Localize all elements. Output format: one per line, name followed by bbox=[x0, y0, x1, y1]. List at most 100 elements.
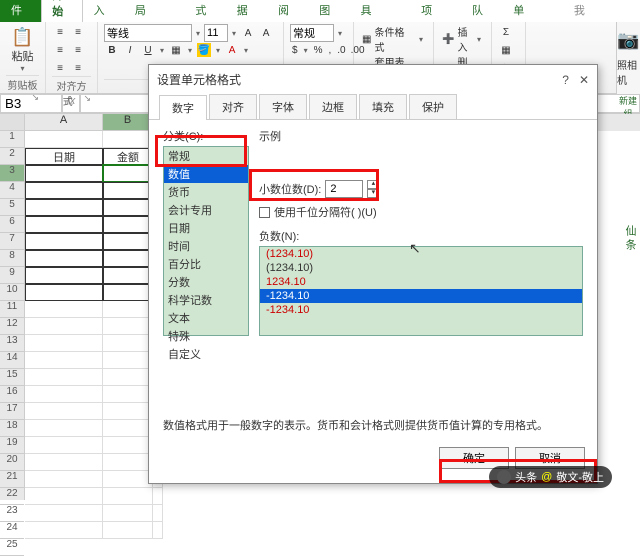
neg-item[interactable]: (1234.10) bbox=[260, 261, 582, 275]
tab-review[interactable]: 审阅 bbox=[267, 0, 308, 22]
col-header[interactable]: B bbox=[103, 114, 153, 131]
tab-home[interactable]: 开始 bbox=[41, 0, 82, 22]
shrink-font-icon[interactable]: A bbox=[259, 26, 273, 40]
font-size-input[interactable] bbox=[204, 24, 228, 42]
row-header[interactable]: 6 bbox=[0, 216, 24, 233]
tab-share[interactable]: 共 bbox=[607, 0, 640, 22]
cat-item-date[interactable]: 日期 bbox=[164, 219, 248, 237]
border-icon[interactable]: ▦ bbox=[169, 43, 183, 57]
number-format-input[interactable] bbox=[290, 24, 334, 42]
dlg-tab-border[interactable]: 边框 bbox=[309, 94, 357, 119]
row-header[interactable]: 16 bbox=[0, 386, 24, 403]
tab-formulas[interactable]: 公式 bbox=[184, 0, 225, 22]
valign-top-icon[interactable]: ≡ bbox=[71, 43, 85, 57]
chevron-down-icon[interactable]: ▾ bbox=[302, 46, 310, 55]
tab-data[interactable]: 数据 bbox=[226, 0, 267, 22]
align-left-icon[interactable]: ≡ bbox=[53, 25, 67, 39]
cat-item-general[interactable]: 常规 bbox=[164, 147, 248, 165]
row-header[interactable]: 21 bbox=[0, 471, 24, 488]
tab-layout[interactable]: 页面布局 bbox=[124, 0, 185, 22]
row-header[interactable]: 23 bbox=[0, 505, 24, 522]
dialog-launcher-icon[interactable]: ↘ bbox=[31, 92, 39, 103]
valign-bot-icon[interactable]: ≡ bbox=[71, 61, 85, 75]
chevron-down-icon[interactable]: ▾ bbox=[242, 46, 250, 55]
align-right-icon[interactable]: ≡ bbox=[53, 43, 67, 57]
row-header[interactable]: 2 bbox=[0, 148, 24, 165]
cat-item-currency[interactable]: 货币 bbox=[164, 183, 248, 201]
spin-up-icon[interactable]: ▴ bbox=[367, 180, 379, 189]
neg-item[interactable]: 1234.10 bbox=[260, 275, 582, 289]
bold-icon[interactable]: B bbox=[105, 43, 119, 57]
row-header[interactable]: 13 bbox=[0, 335, 24, 352]
align-center-icon[interactable]: ≡ bbox=[71, 25, 85, 39]
decimal-input[interactable] bbox=[325, 180, 363, 198]
inc-dec-icon[interactable]: .0 bbox=[336, 43, 346, 57]
tab-team[interactable]: 团队 bbox=[461, 0, 502, 22]
font-name-input[interactable] bbox=[104, 24, 192, 42]
row-header[interactable]: 19 bbox=[0, 437, 24, 454]
row-header[interactable]: 25 bbox=[0, 539, 24, 556]
row-header[interactable]: 15 bbox=[0, 369, 24, 386]
cat-item-scientific[interactable]: 科学记数 bbox=[164, 291, 248, 309]
select-all[interactable] bbox=[0, 114, 24, 131]
tab-bdy[interactable]: 我的菜单 bbox=[502, 0, 563, 22]
chevron-down-icon[interactable]: ▾ bbox=[186, 46, 194, 55]
paste-button[interactable]: 📋 粘贴 ▾ bbox=[6, 24, 39, 75]
row-header[interactable]: 8 bbox=[0, 250, 24, 267]
autosum-icon[interactable]: Σ bbox=[499, 25, 513, 39]
row-header[interactable]: 22 bbox=[0, 488, 24, 505]
dlg-tab-number[interactable]: 数字 bbox=[159, 95, 207, 120]
spin-down-icon[interactable]: ▾ bbox=[367, 189, 379, 198]
row-header[interactable]: 4 bbox=[0, 182, 24, 199]
insert-cells-button[interactable]: ➕插入▾ bbox=[440, 24, 485, 54]
chevron-down-icon[interactable]: ▾ bbox=[194, 29, 202, 38]
dlg-tab-fill[interactable]: 填充 bbox=[359, 94, 407, 119]
tab-insert[interactable]: 插入 bbox=[83, 0, 124, 22]
category-list[interactable]: 常规 数值 货币 会计专用 日期 时间 百分比 分数 科学记数 文本 特殊 自定… bbox=[163, 146, 249, 336]
grow-font-icon[interactable]: A bbox=[241, 26, 255, 40]
comma-icon[interactable]: , bbox=[327, 43, 332, 57]
dlg-tab-align[interactable]: 对齐 bbox=[209, 94, 257, 119]
fill-color-icon[interactable]: 🪣 bbox=[197, 43, 211, 57]
row-header[interactable]: 7 bbox=[0, 233, 24, 250]
currency-icon[interactable]: $ bbox=[291, 43, 299, 57]
dlg-tab-protect[interactable]: 保护 bbox=[409, 94, 457, 119]
row-header[interactable]: 12 bbox=[0, 318, 24, 335]
dlg-tab-font[interactable]: 字体 bbox=[259, 94, 307, 119]
conditional-format-button[interactable]: ▦条件格式▾ bbox=[360, 24, 427, 54]
chevron-down-icon[interactable]: ▾ bbox=[230, 29, 238, 38]
neg-item[interactable]: (1234.10) bbox=[260, 247, 582, 261]
cat-item-custom[interactable]: 自定义 bbox=[164, 345, 248, 363]
row-header[interactable]: 17 bbox=[0, 403, 24, 420]
valign-mid-icon[interactable]: ≡ bbox=[53, 61, 67, 75]
row-header[interactable]: 24 bbox=[0, 522, 24, 539]
tab-file[interactable]: 文件 bbox=[0, 0, 41, 22]
tab-developer[interactable]: 开发工具 bbox=[350, 0, 411, 22]
chevron-down-icon[interactable]: ▾ bbox=[158, 46, 166, 55]
percent-icon[interactable]: % bbox=[313, 43, 324, 57]
row-header[interactable]: 18 bbox=[0, 420, 24, 437]
cat-item-percent[interactable]: 百分比 bbox=[164, 255, 248, 273]
cat-item-text[interactable]: 文本 bbox=[164, 309, 248, 327]
row-header[interactable]: 3 bbox=[0, 165, 24, 182]
negative-list[interactable]: (1234.10) (1234.10) 1234.10 -1234.10 -12… bbox=[259, 246, 583, 336]
tab-addins[interactable]: 加载项 bbox=[410, 0, 461, 22]
underline-icon[interactable]: U bbox=[141, 43, 155, 57]
row-header[interactable]: 20 bbox=[0, 454, 24, 471]
cat-item-number[interactable]: 数值 bbox=[164, 165, 248, 183]
neg-item[interactable]: -1234.10 bbox=[260, 289, 582, 303]
col-header[interactable]: A bbox=[25, 114, 103, 131]
tab-tellme[interactable]: 告诉我 bbox=[563, 0, 607, 22]
cat-item-fraction[interactable]: 分数 bbox=[164, 273, 248, 291]
chevron-down-icon[interactable]: ▾ bbox=[336, 29, 344, 38]
help-icon[interactable]: ? bbox=[562, 73, 569, 87]
fill-icon[interactable]: ▦ bbox=[499, 43, 513, 57]
row-header[interactable]: 1 bbox=[0, 131, 24, 148]
font-color-icon[interactable]: A bbox=[225, 43, 239, 57]
camera-icon[interactable]: 📷 bbox=[617, 30, 639, 51]
dialog-launcher-icon[interactable]: ↘ bbox=[83, 93, 91, 104]
cat-item-accounting[interactable]: 会计专用 bbox=[164, 201, 248, 219]
cat-item-special[interactable]: 特殊 bbox=[164, 327, 248, 345]
close-icon[interactable]: ✕ bbox=[579, 73, 589, 87]
cat-item-time[interactable]: 时间 bbox=[164, 237, 248, 255]
